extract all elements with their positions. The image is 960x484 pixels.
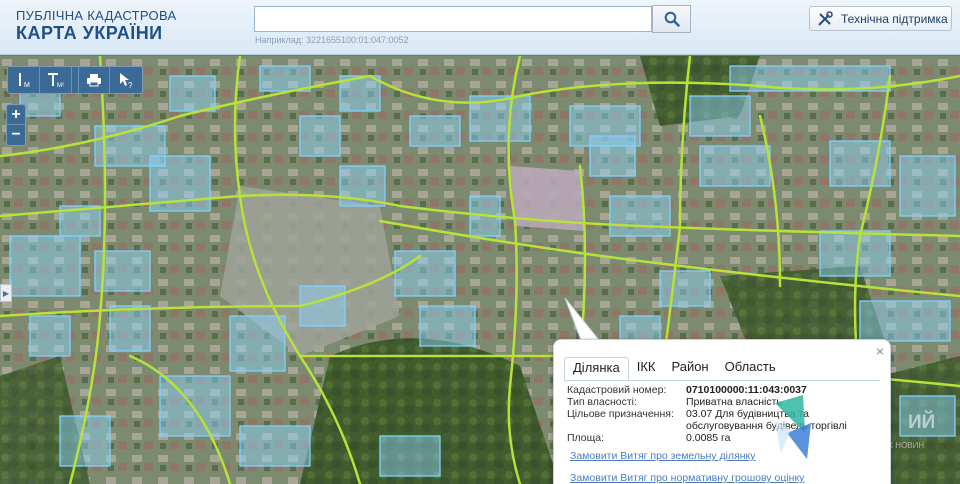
print-icon [87,74,101,87]
info-key: Цільове призначення: [567,408,674,420]
map-toolbar: М М² ? [7,66,143,94]
search-icon [664,11,680,27]
tab-divider [564,380,880,381]
logo-line2: КАРТА УКРАЇНИ [16,23,163,43]
cadastral-search-input[interactable] [254,6,652,32]
tech-support-label: Технічна підтримка [841,11,948,26]
svg-text:М²: М² [57,83,64,89]
measure-length-icon: М [18,73,30,89]
popup-close-button[interactable]: × [876,343,884,359]
header-bar: ПУБЛІЧНА КАДАСТРОВА КАРТА УКРАЇНИ Наприк… [0,0,960,55]
tab-region[interactable]: Область [717,357,784,380]
info-row-purpose: Цільове призначення: 03.07 Для будівницт… [567,408,881,432]
popup-tabs: Ділянка ІКК Район Область [564,357,784,380]
identify-button[interactable]: ? [110,67,142,93]
logo-line1: ПУБЛІЧНА КАДАСТРОВА [16,8,177,23]
measure-length-button[interactable]: М [8,67,40,93]
info-key: Кадастровий номер: [567,384,667,396]
parcel-info-popup: × Ділянка ІКК Район Область Кадастровий … [553,339,891,484]
tools-icon [818,10,833,26]
search-button[interactable] [652,5,691,33]
identify-pointer-icon: ? [120,73,133,89]
info-row-ownership: Тип власності: Приватна власність [567,396,881,408]
svg-text:М: М [24,82,30,89]
tech-support-button[interactable]: Технічна підтримка [809,6,952,31]
measure-area-button[interactable]: М² [40,67,72,93]
parcel-info-table: Кадастровий номер: 0710100000:11:043:003… [567,384,881,444]
site-logo[interactable]: ПУБЛІЧНА КАДАСТРОВА КАРТА УКРАЇНИ [16,8,177,44]
tab-parcel[interactable]: Ділянка [564,357,629,380]
print-button[interactable] [78,67,110,93]
info-row-area: Площа: 0.0085 га [567,432,881,444]
info-row-cadastral: Кадастровий номер: 0710100000:11:043:003… [567,384,881,396]
info-key: Тип власності: [567,396,637,408]
zoom-out-button[interactable]: − [7,125,25,145]
order-valuation-extract-link[interactable]: Замовити Витяг про нормативну грошову оц… [570,472,804,484]
zoom-control: + − [6,104,26,146]
watermark-subtext: ИХ НОВИН [882,441,925,450]
watermark-text: ИЙ [908,412,936,433]
tab-district[interactable]: Район [663,357,716,380]
info-key: Площа: [567,432,605,444]
popup-pointer [564,297,601,341]
side-panel-toggle[interactable]: ▶ [0,284,12,302]
tab-ikk[interactable]: ІКК [629,357,664,380]
zoom-in-button[interactable]: + [7,105,25,125]
svg-text:?: ? [128,81,133,89]
search-hint: Наприклад: 3221655100:01:047:0052 [255,35,409,45]
order-parcel-extract-link[interactable]: Замовити Витяг про земельну ділянку [570,450,756,462]
news-logo-icon [775,395,811,459]
measure-area-icon: М² [47,73,64,89]
